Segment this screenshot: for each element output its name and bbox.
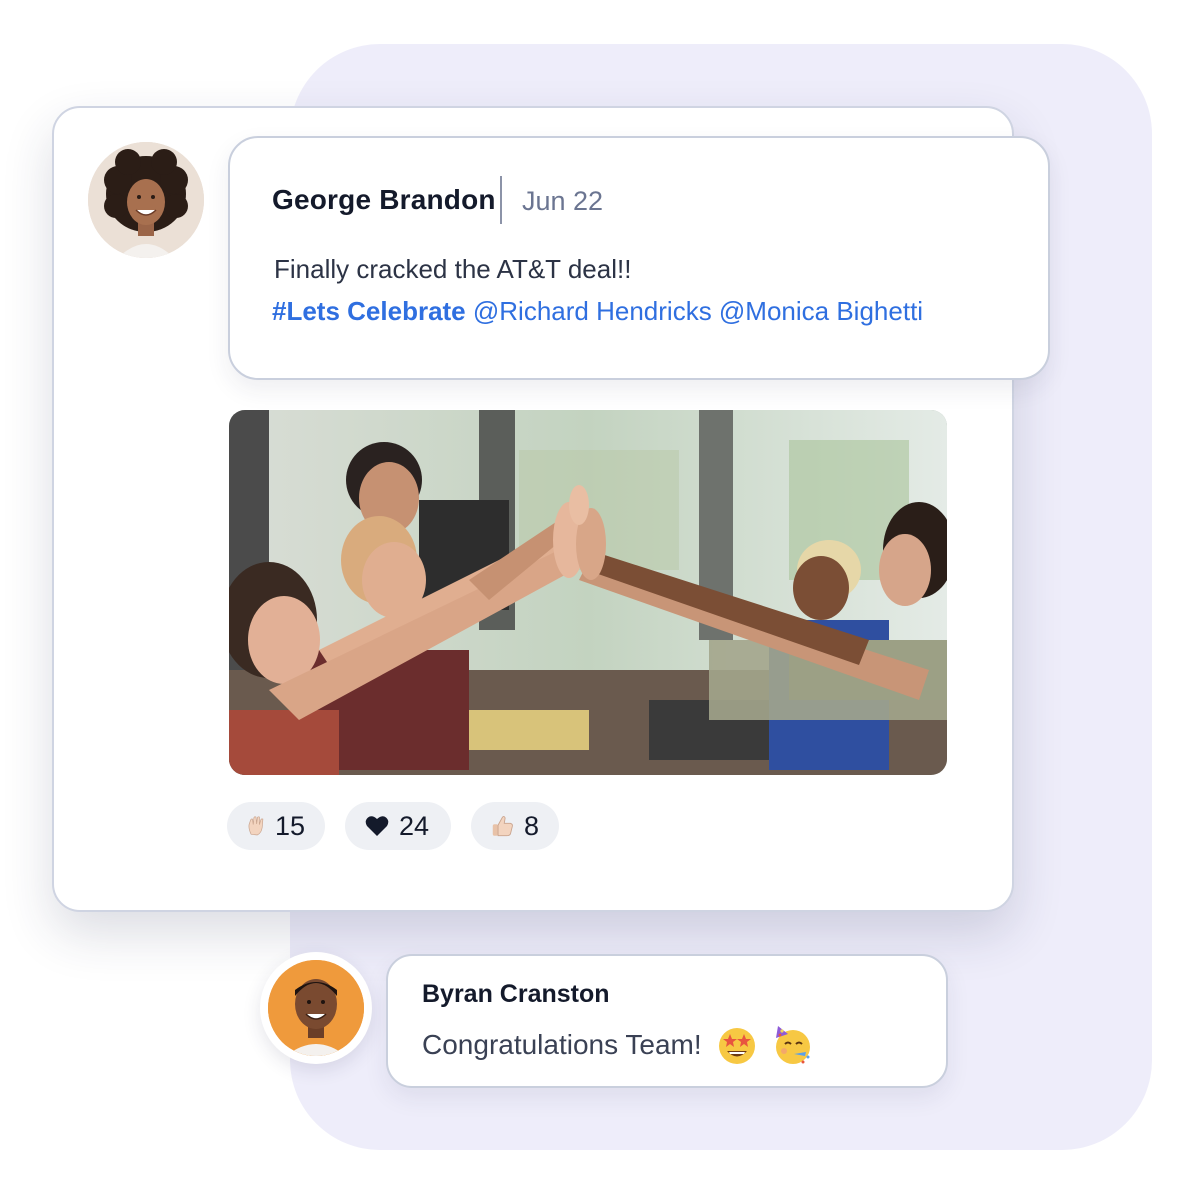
comment-text-row: Congratulations Team! (422, 1024, 814, 1066)
reaction-count: 15 (274, 810, 305, 841)
reaction-thumbs-up[interactable]: 8 (471, 802, 559, 850)
commenter-avatar[interactable] (268, 960, 364, 1056)
post-message: Finally cracked the AT&T deal!! (274, 254, 632, 284)
reaction-count: 8 (523, 810, 539, 841)
header-divider (500, 176, 502, 224)
post-tags: #Lets Celebrate @Richard Hendricks @Moni… (272, 296, 923, 327)
author-avatar[interactable] (88, 142, 204, 258)
party-face-icon (775, 1026, 810, 1064)
reaction-count: 24 (399, 810, 430, 841)
comment-bubble: Byran Cranston Congratulations Team! (386, 954, 948, 1088)
team-high-five-image (229, 410, 947, 775)
post-bubble: George Brandon Jun 22 Finally cracked th… (228, 136, 1050, 380)
thumbs-up-icon (492, 816, 513, 837)
avatar-image (88, 142, 204, 258)
raised-hand-icon (248, 816, 264, 836)
mentions-link[interactable]: @Richard Hendricks @Monica Bighetti (473, 296, 923, 326)
reaction-heart[interactable]: 24 (345, 802, 451, 850)
post-photo[interactable] (229, 410, 947, 775)
heart-icon (365, 816, 389, 836)
hashtag-link[interactable]: #Lets Celebrate (272, 296, 466, 326)
comment-author-name[interactable]: Byran Cranston (422, 980, 610, 1009)
star-struck-icon (718, 1028, 755, 1064)
comment-text: Congratulations Team! (422, 1029, 702, 1060)
post-author-name[interactable]: George Brandon (272, 184, 496, 216)
avatar-image (268, 960, 364, 1056)
post-date: Jun 22 (522, 186, 604, 216)
reaction-raised-hand[interactable]: 15 (227, 802, 325, 850)
